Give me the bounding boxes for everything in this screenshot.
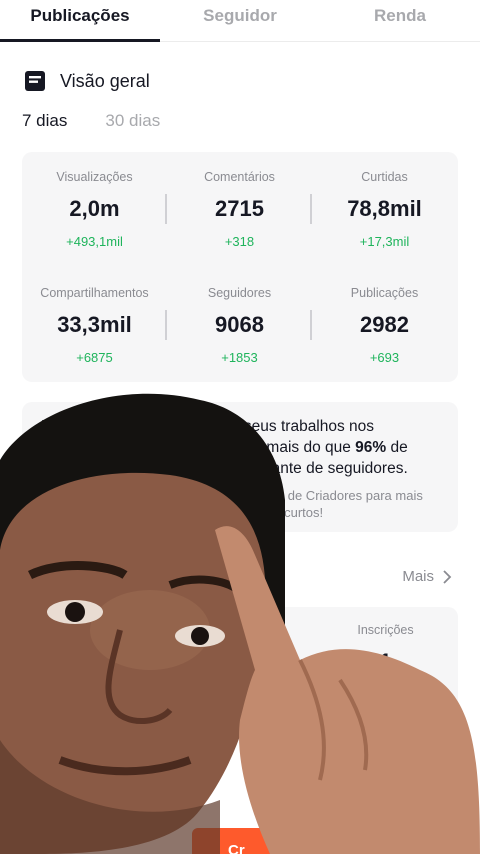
stat-value: 2715 (215, 196, 264, 221)
top-tabs: Publicações Seguidor Renda (0, 0, 480, 42)
tab-publicacoes[interactable]: Publicações (0, 0, 160, 41)
document-icon (25, 71, 45, 91)
stat-curtidas[interactable]: Curtidas 78,8mil +17,3mil (312, 170, 457, 249)
stats-card: Visualizações 2,0m +493,1mil Comentários… (22, 152, 458, 382)
stat-label: Curtidas (361, 170, 408, 184)
stat-value: 33,3mil (57, 312, 132, 337)
tab-renda[interactable]: Renda (320, 0, 480, 41)
stat-seguidores[interactable]: Seguidores 9068 +1853 (167, 286, 312, 365)
tab-label: Seguidor (203, 6, 277, 25)
stat-label: Publicações (350, 286, 419, 300)
stat-visualizacoes[interactable]: Visualizações 2,0m +493,1mil (22, 170, 167, 249)
stat-value: 9068 (215, 312, 264, 337)
stat-value: 2,0m (69, 196, 120, 221)
stat-delta: +693 (369, 350, 400, 365)
stat-delta: +6875 (76, 350, 113, 365)
stat-label: Visualizações (56, 170, 133, 184)
stat-label: Compartilhamentos (40, 286, 149, 300)
active-tab-indicator (0, 39, 160, 42)
tab-label: Renda (374, 6, 426, 25)
stat-delta: +493,1mil (66, 234, 123, 249)
stat-delta: +17,3mil (359, 234, 410, 249)
range-7-days[interactable]: 7 dias (22, 111, 67, 131)
range-30-days[interactable]: 30 dias (105, 111, 160, 131)
stat-publicacoes[interactable]: Publicações 2982 +693 (312, 286, 457, 365)
overview-header: Visão geral (24, 70, 150, 92)
stat-compartilhamentos[interactable]: Compartilhamentos 33,3mil +6875 (22, 286, 167, 365)
stat-delta: +1853 (221, 350, 258, 365)
stat-label: Seguidores (207, 286, 272, 300)
stat-value: 2982 (360, 312, 409, 337)
overview-title: Visão geral (60, 70, 150, 91)
tab-label: Publicações (30, 6, 130, 25)
stat-label: Comentários (204, 170, 275, 184)
person-photo-overlay (0, 393, 480, 854)
tab-seguidor[interactable]: Seguidor (160, 0, 320, 41)
date-range-selector: 7 dias 30 dias (22, 111, 160, 131)
stat-value: 78,8mil (347, 196, 422, 221)
stat-comentarios[interactable]: Comentários 2715 +318 (167, 170, 312, 249)
stat-delta: +318 (224, 234, 255, 249)
